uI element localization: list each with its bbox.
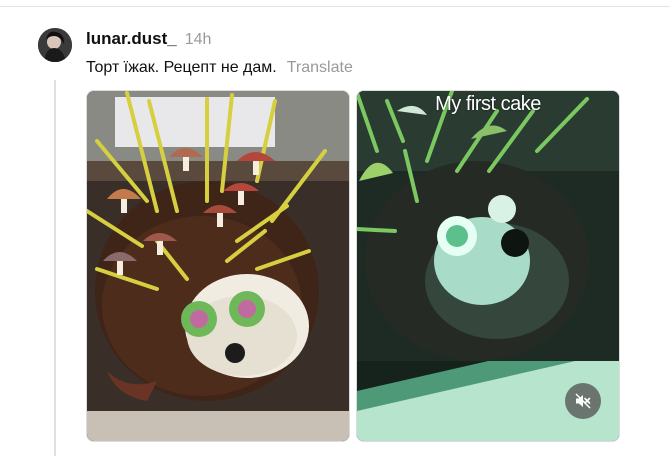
post-header: lunar.dust_ 14h xyxy=(86,29,211,49)
mute-button[interactable] xyxy=(565,383,601,419)
post-text-row: Торт їжак. Рецепт не дам. Translate xyxy=(86,59,353,77)
video-caption: My first cake xyxy=(435,93,541,115)
translate-link[interactable]: Translate xyxy=(287,59,353,77)
speaker-muted-icon xyxy=(575,393,591,409)
post-time[interactable]: 14h xyxy=(185,31,212,49)
cake-photo xyxy=(87,91,349,441)
media-image-1[interactable] xyxy=(86,90,350,442)
avatar[interactable] xyxy=(38,28,72,62)
top-divider xyxy=(0,6,670,7)
username[interactable]: lunar.dust_ xyxy=(86,29,177,49)
thread-line xyxy=(54,80,56,456)
media-video-2[interactable]: My first cake xyxy=(356,90,620,442)
avatar-image xyxy=(38,28,72,62)
post-text: Торт їжак. Рецепт не дам. xyxy=(86,59,277,76)
